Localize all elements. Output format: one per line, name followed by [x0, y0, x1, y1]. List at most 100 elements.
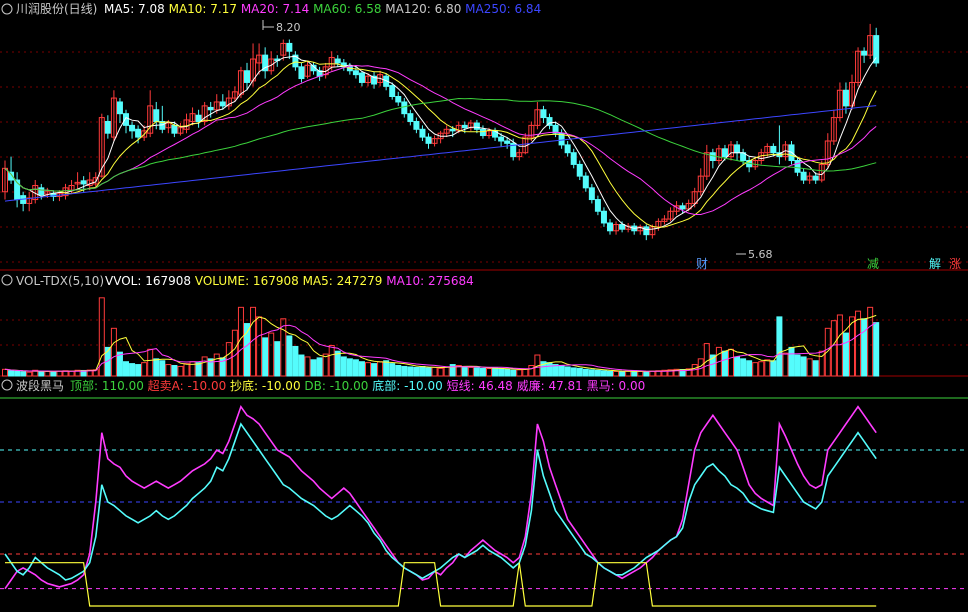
- volume-bar: [129, 363, 136, 377]
- volume-bar: [20, 371, 27, 377]
- volume-bar: [740, 358, 747, 377]
- volume-bar: [479, 367, 486, 377]
- volume-bar: [316, 357, 323, 377]
- volume-bar: [195, 362, 202, 377]
- candle-body: [861, 50, 868, 56]
- volume-bar: [582, 368, 589, 377]
- indicator-value: MA250: 6.84: [465, 2, 541, 16]
- volume-bar: [352, 359, 359, 377]
- volume-bar: [570, 367, 577, 377]
- candle-body: [352, 70, 359, 76]
- candle-body: [734, 144, 741, 154]
- candle-body: [570, 152, 577, 165]
- volume-bar: [171, 365, 178, 377]
- candle-body: [540, 109, 547, 119]
- volume-bar: [721, 350, 728, 377]
- candle-body: [358, 72, 365, 83]
- volume-bar: [14, 370, 21, 377]
- volume-bar: [401, 365, 408, 377]
- candle-body: [104, 120, 111, 134]
- event-label: 减: [867, 257, 879, 271]
- candle-body: [504, 140, 511, 144]
- volume-bar: [794, 354, 801, 377]
- candle-body: [395, 96, 402, 103]
- volume-bar: [564, 366, 571, 377]
- volume-bar: [8, 370, 15, 377]
- indicator-value: 短线: 46.48: [447, 379, 517, 393]
- volume-bar: [588, 369, 595, 377]
- candle-body: [582, 175, 589, 189]
- candle-body: [286, 42, 293, 52]
- volume-bar: [274, 341, 281, 377]
- candle-body: [607, 222, 613, 232]
- wave-panel-title: 波段黑马: [16, 378, 64, 393]
- indicator-value: MA10: 275684: [386, 274, 474, 288]
- volume-bar: [473, 367, 480, 377]
- candle-body: [389, 85, 396, 98]
- candle-body: [38, 187, 45, 196]
- volume-bar: [298, 354, 305, 377]
- candle-body: [800, 171, 807, 181]
- candle-body: [419, 128, 426, 138]
- volume-bar: [383, 360, 390, 377]
- indicator-value: MA60: 6.58: [313, 2, 385, 16]
- volume-bar: [800, 356, 807, 377]
- volume-bar: [546, 362, 553, 377]
- indicator-value: MA20: 7.14: [241, 2, 313, 16]
- candle-body: [407, 113, 414, 122]
- price-panel-title: 川润股份(日线): [16, 2, 97, 16]
- volume-bar: [371, 363, 378, 377]
- volume-bar: [734, 356, 741, 377]
- candle-body: [588, 187, 595, 201]
- candle-body: [425, 136, 432, 144]
- volume-bar: [413, 366, 420, 377]
- volume-bar: [746, 360, 753, 377]
- volume-bar: [358, 361, 365, 377]
- volume-bar: [153, 358, 160, 377]
- indicator-value: MA120: 6.80: [385, 2, 465, 16]
- volume-bar: [594, 369, 601, 377]
- volume-bar: [558, 365, 565, 377]
- indicator-value: MA10: 7.17: [169, 2, 241, 16]
- candle-body: [123, 113, 129, 126]
- volume-bar: [600, 370, 607, 377]
- stock-chart[interactable]: 川润股份(日线) MA5: 7.08 MA10: 7.17 MA20: 7.14…: [0, 0, 968, 612]
- candle-body: [842, 89, 849, 107]
- volume-bar: [407, 366, 414, 377]
- volume-bar: [346, 358, 353, 377]
- candle-body: [600, 210, 607, 224]
- wave-panel-header: 波段黑马 顶部: 110.00 超卖A: -10.00 抄底: -10.00 D…: [1, 378, 645, 393]
- volume-panel-header: VOL-TDX(5,10) VVOL: 167908 VOLUME: 16790…: [1, 274, 474, 288]
- candle-body: [135, 128, 142, 138]
- candle-body: [244, 70, 250, 83]
- candle-body: [129, 124, 136, 132]
- candle-body: [473, 122, 480, 130]
- volume-bar: [310, 359, 317, 377]
- volume-panel-title: VOL-TDX(5,10): [16, 274, 104, 288]
- candle-body: [576, 163, 583, 177]
- candle-body: [461, 124, 468, 129]
- volume-bar: [135, 364, 142, 377]
- volume-bar: [492, 367, 499, 377]
- candle-body: [794, 160, 801, 173]
- volume-bar: [262, 337, 269, 377]
- volume-bar: [576, 367, 583, 377]
- volume-bar: [123, 361, 129, 377]
- indicator-value: MA5: 7.08: [104, 2, 169, 16]
- event-label: 涨: [949, 256, 961, 271]
- volume-bar: [461, 365, 468, 377]
- indicator-value: 抄底: -10.00: [230, 378, 304, 393]
- candle-body: [564, 144, 571, 154]
- indicator-value: 底部: -10.00: [372, 378, 446, 393]
- candle-body: [80, 180, 87, 185]
- indicator-value: 顶部: 110.00: [70, 378, 148, 393]
- low-label: 5.68: [748, 248, 773, 261]
- candle-body: [195, 114, 202, 122]
- volume-bar: [38, 370, 45, 377]
- candle-body: [679, 205, 686, 210]
- candle-body: [334, 58, 341, 64]
- candle-body: [116, 101, 123, 115]
- candle-body: [479, 128, 486, 137]
- candle-body: [812, 175, 819, 181]
- price-panel-header: 川润股份(日线) MA5: 7.08 MA10: 7.17 MA20: 7.14…: [1, 2, 541, 16]
